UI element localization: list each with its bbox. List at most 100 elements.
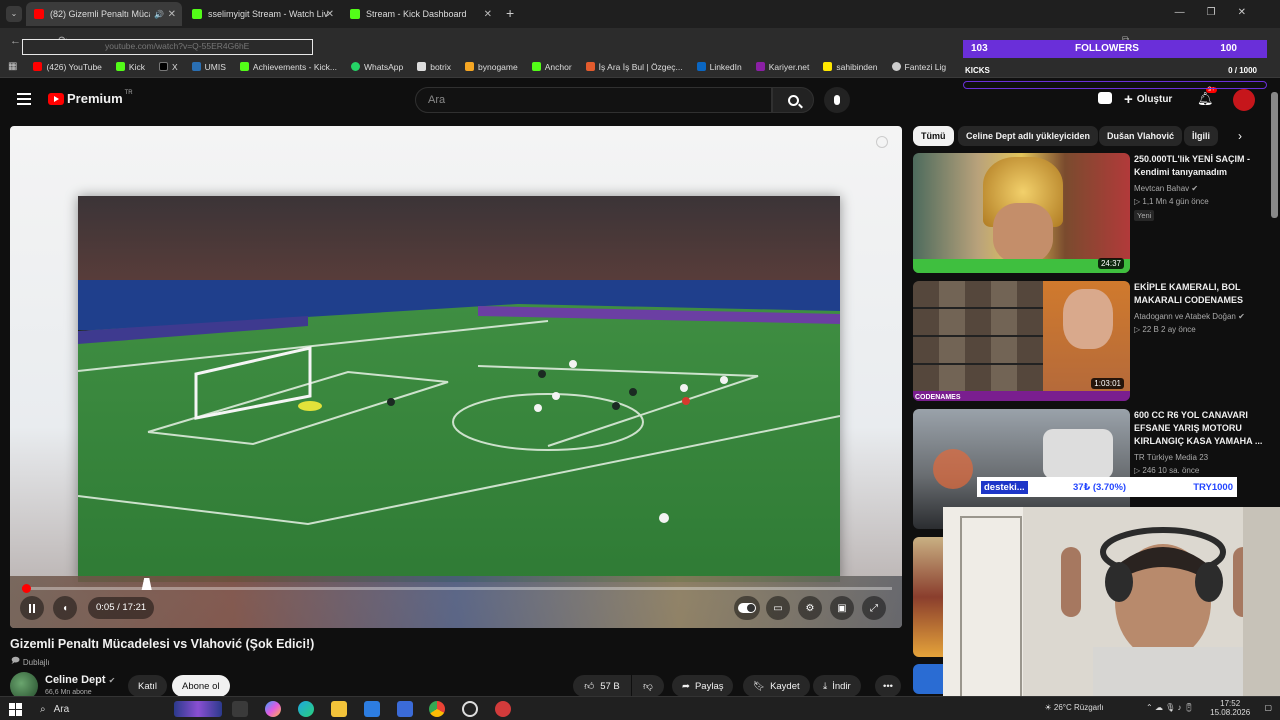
bookmark-sahibinden[interactable]: sahibinden <box>823 62 878 72</box>
tab-youtube[interactable]: (82) Gizemli Penaltı Mücadel 🔊 ✕ <box>26 2 182 26</box>
fantezi-lig-icon <box>891 62 901 71</box>
menu-icon[interactable] <box>17 93 31 105</box>
obs-icon[interactable] <box>462 701 478 717</box>
chip-vlahovic[interactable]: Dušan Vlahović <box>1099 126 1183 146</box>
close-icon[interactable]: ✕ <box>168 9 176 20</box>
kick-favicon-icon <box>350 9 360 19</box>
notifications-button[interactable]: 🔔︎ 9+ <box>1197 87 1217 108</box>
bookmark-x[interactable]: X <box>158 62 178 72</box>
player-info-icon[interactable] <box>876 136 888 148</box>
thumbs-up-icon: 👍︎ <box>584 681 595 692</box>
url-field[interactable]: youtube.com/watch?v=Q-55ER4G6hE <box>22 39 313 55</box>
recommendation-meta: ▷ 1,1 Mn 4 gün önce <box>1134 197 1209 206</box>
notifications-icon[interactable]: ▢ <box>1264 703 1272 712</box>
create-button[interactable]: + Oluştur <box>1124 89 1172 109</box>
like-button[interactable]: 👍︎ 57 B <box>573 675 631 697</box>
start-icon[interactable] <box>9 701 25 717</box>
youtube-logo[interactable]: Premium TR <box>48 90 133 106</box>
subscribe-button[interactable]: Abone ol <box>172 675 230 697</box>
chrome-icon[interactable] <box>429 701 445 717</box>
bookmark-youtube[interactable]: (426) YouTube <box>33 62 102 72</box>
fullscreen-button[interactable]: ⤢ <box>862 596 886 620</box>
video-duration: 1:03:01 <box>1091 378 1124 389</box>
minimize-icon[interactable]: — <box>1175 7 1207 18</box>
bookmark-linkedin[interactable]: LinkedIn <box>696 62 742 72</box>
bookmark-whatsapp[interactable]: WhatsApp <box>351 62 403 72</box>
microsoft-store-icon[interactable] <box>364 701 380 717</box>
save-button[interactable]: 🔖︎ Kaydet <box>743 675 810 697</box>
cast-icon[interactable] <box>1098 92 1112 104</box>
volume-button[interactable]: ◖ <box>53 596 77 620</box>
subtitles-button[interactable]: ▭ <box>766 596 790 620</box>
botrix-icon <box>417 62 427 71</box>
bookmark-bynogame[interactable]: bynogame <box>465 62 518 72</box>
bookmark-kick[interactable]: Kick <box>115 62 145 72</box>
join-button[interactable]: Katıl <box>128 675 168 697</box>
recommendation-thumbnail-partial[interactable] <box>913 537 943 657</box>
tab-kick-dashboard[interactable]: Stream - Kick Dashboard ✕ <box>342 2 498 26</box>
new-tab-button[interactable]: + <box>506 5 514 21</box>
chip-related[interactable]: İlgili <box>1184 126 1218 146</box>
followers-target: 100 <box>1220 43 1237 54</box>
recommendation-thumbnail-partial[interactable] <box>913 664 943 694</box>
dubbed-badge: 🗩 Dublajlı <box>11 655 50 669</box>
chip-uploader[interactable]: Celine Dept adlı yükleyiciden <box>958 126 1099 146</box>
app-icon[interactable] <box>495 701 511 717</box>
video-thumbnail[interactable]: CODENAMES 1:03:01 <box>913 281 1130 401</box>
copilot-icon[interactable] <box>265 701 281 717</box>
more-icon: ••• <box>883 680 893 692</box>
chip-all[interactable]: Tümü <box>913 126 954 146</box>
back-icon[interactable]: ← <box>10 35 21 47</box>
bookmark-umis[interactable]: UMIS <box>191 62 226 72</box>
bookmark-achievements[interactable]: Achievements - Kick... <box>239 62 337 72</box>
account-avatar[interactable] <box>1233 89 1255 111</box>
settings-button[interactable]: ⚙ <box>798 596 822 620</box>
close-window-icon[interactable]: ✕ <box>1238 7 1268 18</box>
pause-button[interactable] <box>20 596 44 620</box>
maximize-icon[interactable]: ❐ <box>1207 7 1238 18</box>
voice-search-button[interactable] <box>824 87 850 113</box>
channel-name[interactable]: Celine Dept ✔ <box>45 674 115 686</box>
recommendation-item[interactable]: CODENAMES 1:03:01 EKİPLE KAMERALI, BOL M… <box>913 281 1268 401</box>
video-player[interactable]: ◖ 0:05 / 17:21 ▭ ⚙ ▣ ⤢ <box>10 126 902 628</box>
dislike-button[interactable]: 👎︎ <box>632 675 664 697</box>
edge-icon[interactable] <box>298 701 314 717</box>
volume-icon: ◖ <box>61 602 69 614</box>
chips-next-icon[interactable]: › <box>1238 129 1242 143</box>
close-icon[interactable]: ✕ <box>326 9 334 20</box>
recommendation-meta: ▷ 22 B 2 ay önce <box>1134 325 1196 334</box>
recommendation-item[interactable]: 24:37 250.000TL'lik YENİ SAÇIM - Kendimi… <box>913 153 1268 273</box>
bookmark-fantezi-lig[interactable]: Fantezi Lig <box>891 62 946 72</box>
tab-audio-icon[interactable]: 🔊 <box>154 10 164 19</box>
bookmark-kariyer[interactable]: Kariyer.net <box>755 62 809 72</box>
search-button[interactable] <box>772 87 814 113</box>
tab-search-icon[interactable]: ⌄ <box>6 6 22 22</box>
share-button[interactable]: ➦ Paylaş <box>672 675 734 697</box>
file-explorer-icon[interactable] <box>331 701 347 717</box>
video-thumbnail[interactable]: 24:37 <box>913 153 1130 273</box>
download-button[interactable]: ⤓ İndir <box>813 675 861 697</box>
apps-grid-icon[interactable]: ▦ <box>8 61 17 72</box>
bookmark-botrix[interactable]: botrix <box>417 62 451 72</box>
page-scrollbar[interactable] <box>1271 92 1278 218</box>
task-view-icon[interactable] <box>232 701 248 717</box>
progress-bar[interactable] <box>22 584 892 593</box>
followers-goal-overlay: 103 FOLLOWERS 100 <box>963 40 1267 58</box>
plus-icon: + <box>1124 90 1133 108</box>
followers-label: FOLLOWERS <box>1075 43 1139 54</box>
tab-kick-stream[interactable]: sselimyigit Stream - Watch Live ✕ <box>184 2 340 26</box>
bookmark-is-ara[interactable]: İş Ara İş Bul | Özgeç... <box>585 62 683 72</box>
theater-icon: ▣ <box>837 602 847 614</box>
football-pitch-scene <box>78 196 840 582</box>
app-icon[interactable] <box>397 701 413 717</box>
autoplay-toggle[interactable] <box>734 596 760 620</box>
widgets-icon[interactable] <box>174 701 222 717</box>
more-actions-button[interactable]: ••• <box>875 675 901 697</box>
theater-mode-button[interactable]: ▣ <box>830 596 854 620</box>
browser-tab-bar: ⌄ (82) Gizemli Penaltı Mücadel 🔊 ✕ sseli… <box>0 0 1280 28</box>
taskbar-search[interactable]: ⌕ Ara <box>30 700 165 718</box>
close-icon[interactable]: ✕ <box>484 9 492 20</box>
tray-icons[interactable]: ⌃ ☁ 🎙︎ ♪ 🔋︎ <box>1146 703 1194 712</box>
search-input[interactable]: Ara <box>415 87 772 113</box>
bookmark-anchor[interactable]: Anchor <box>531 62 572 72</box>
